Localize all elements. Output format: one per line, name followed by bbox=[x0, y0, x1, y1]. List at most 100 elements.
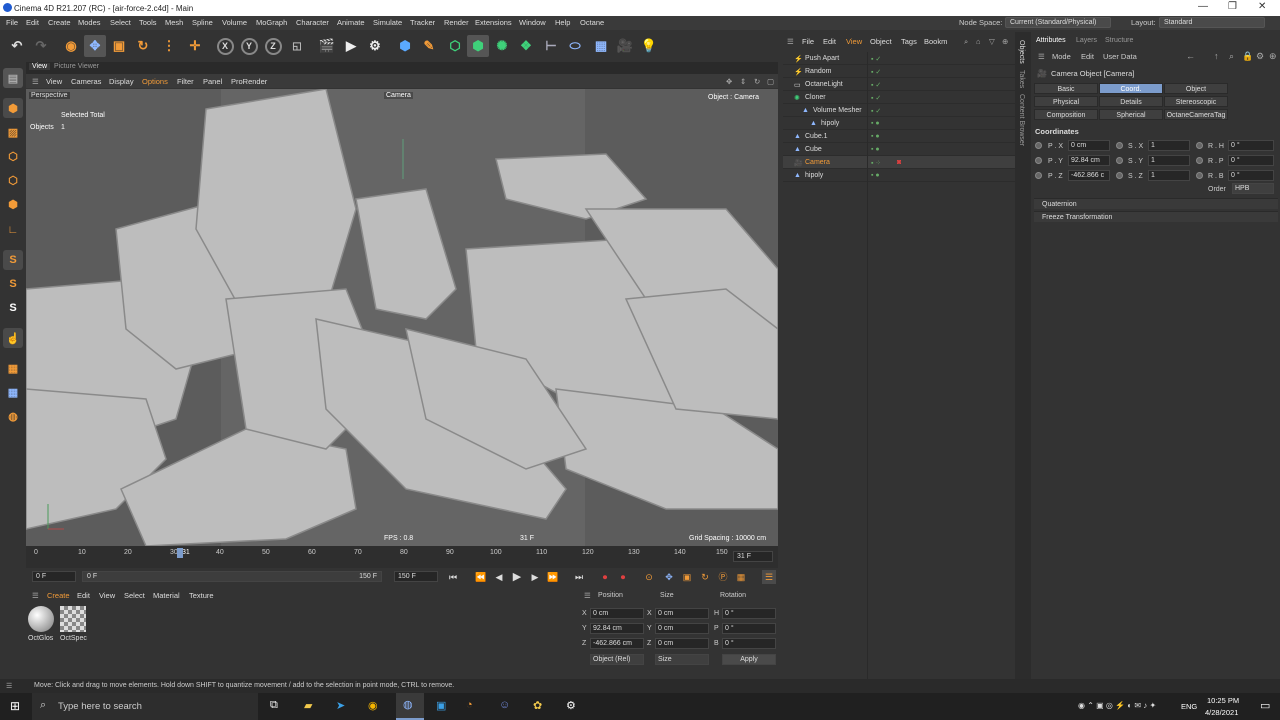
parameter-key-icon[interactable]: Ⓟ bbox=[716, 570, 730, 584]
undo-icon[interactable]: ↶ bbox=[6, 35, 28, 57]
taskbar-search-box[interactable]: ⌕ Type here to search bbox=[32, 693, 258, 720]
workplane-lock-icon[interactable]: ▦ bbox=[3, 382, 23, 402]
coordinate-system-icon[interactable]: ◱ bbox=[286, 35, 308, 57]
scale-tool-icon[interactable]: ▣ bbox=[108, 35, 130, 57]
search-icon[interactable]: ⌕ bbox=[1229, 51, 1234, 62]
viewport-zoom-icon[interactable]: ⇕ bbox=[740, 77, 746, 86]
menu-character[interactable]: Character bbox=[296, 18, 329, 27]
mat-menu-material[interactable]: Material bbox=[153, 591, 180, 600]
lock-x-axis-icon[interactable]: X bbox=[214, 35, 236, 57]
om-menu-object[interactable]: Object bbox=[870, 37, 892, 46]
field-icon[interactable]: ⊢ bbox=[540, 35, 562, 57]
telegram-icon[interactable]: ➤ bbox=[336, 699, 345, 712]
coord-menu-handle-icon[interactable]: ☰ bbox=[584, 591, 591, 600]
floor-object-icon[interactable]: ▦ bbox=[590, 35, 612, 57]
attr-menu-edit[interactable]: Edit bbox=[1081, 52, 1094, 61]
menu-help[interactable]: Help bbox=[555, 18, 570, 27]
anim-dot-icon[interactable] bbox=[1035, 172, 1042, 181]
anim-dot-icon[interactable] bbox=[1196, 142, 1203, 151]
size-z-field[interactable]: 0 cm bbox=[655, 638, 709, 649]
viewport-camera-label[interactable]: Camera bbox=[384, 92, 413, 99]
menu-octane[interactable]: Octane bbox=[580, 18, 604, 27]
coord-mode-dropdown[interactable]: Object (Rel) bbox=[590, 654, 644, 665]
position-y-field[interactable]: 92.84 cm bbox=[590, 623, 644, 634]
3d-viewport[interactable]: Perspective Camera Object : Camera Selec… bbox=[26, 89, 778, 546]
timeline-window-icon[interactable]: ☰ bbox=[762, 570, 776, 584]
om-filter-icon[interactable]: ▽ bbox=[989, 37, 995, 46]
attr-position-y[interactable]: 92.84 cm bbox=[1068, 155, 1110, 166]
mat-menu-edit[interactable]: Edit bbox=[77, 591, 90, 600]
workplane-icon[interactable]: ▦ bbox=[3, 358, 23, 378]
texture-mode-icon[interactable]: ▨ bbox=[3, 122, 23, 142]
menu-volume[interactable]: Volume bbox=[222, 18, 247, 27]
layout-dropdown[interactable]: Standard bbox=[1159, 17, 1265, 28]
mat-menu-create[interactable]: Create bbox=[47, 591, 70, 600]
menu-mograph[interactable]: MoGraph bbox=[256, 18, 287, 27]
object-row[interactable]: ▲ Cube.1 ▪ ● bbox=[783, 130, 1015, 143]
preview-range-slider[interactable]: 0 F 150 F bbox=[82, 571, 382, 582]
new-panel-icon[interactable]: ⊕ bbox=[1269, 51, 1277, 62]
subtab-object[interactable]: Object bbox=[1164, 83, 1228, 94]
om-new-view-icon[interactable]: ⊕ bbox=[1002, 37, 1008, 46]
tray-icons[interactable]: ◉ ⌃ ▣ ◎ ⚡ ◐ ✉ ♪ ✦ bbox=[1078, 701, 1156, 710]
cinema4d-taskbar-button[interactable]: ◍ bbox=[396, 693, 424, 720]
discord-icon[interactable]: ☺ bbox=[499, 699, 510, 711]
vp-menu-display[interactable]: Display bbox=[109, 77, 134, 86]
size-x-field[interactable]: 0 cm bbox=[655, 608, 709, 619]
lock-icon[interactable]: 🔒 bbox=[1242, 51, 1253, 62]
recent-tools-icon[interactable]: ⋮ bbox=[158, 35, 180, 57]
menu-render[interactable]: Render bbox=[444, 18, 469, 27]
rotation-h-field[interactable]: 0 ° bbox=[722, 608, 776, 619]
object-row[interactable]: ▲ hipoly ▪ ● bbox=[783, 117, 1015, 130]
side-tab-content-browser[interactable]: Content Browser bbox=[1018, 94, 1025, 146]
octane-camera-tag-icon[interactable]: ◙ bbox=[897, 159, 901, 166]
position-x-field[interactable]: 0 cm bbox=[590, 608, 644, 619]
cloner-icon[interactable]: ⬢ bbox=[467, 35, 489, 57]
goto-start-icon[interactable]: ⏮ bbox=[446, 570, 460, 584]
attr-scale-x[interactable]: 1 bbox=[1148, 140, 1190, 151]
freeze-transformation-group[interactable]: Freeze Transformation bbox=[1034, 211, 1278, 222]
subtab-composition[interactable]: Composition bbox=[1034, 109, 1098, 120]
subtab-stereoscopic[interactable]: Stereoscopic bbox=[1164, 96, 1228, 107]
attr-rotation-p[interactable]: 0 ° bbox=[1228, 155, 1274, 166]
om-menu-bookmarks[interactable]: Bookm bbox=[924, 37, 947, 46]
prev-frame-icon[interactable]: ◀ bbox=[492, 570, 506, 584]
render-view-icon[interactable]: 🎬 bbox=[316, 35, 338, 57]
play-icon[interactable]: ▶ bbox=[510, 570, 524, 584]
attr-menu-handle-icon[interactable]: ☰ bbox=[1038, 52, 1045, 61]
render-to-picture-viewer-icon[interactable]: ▶ bbox=[340, 35, 362, 57]
visibility-check-icon[interactable]: ▪ ● bbox=[871, 146, 880, 153]
up-arrow-icon[interactable]: ↑ bbox=[1214, 51, 1219, 61]
om-menu-file[interactable]: File bbox=[802, 37, 814, 46]
pen-spline-icon[interactable]: ✎ bbox=[418, 35, 440, 57]
model-mode-icon[interactable]: ✛ bbox=[184, 35, 206, 57]
menu-modes[interactable]: Modes bbox=[78, 18, 101, 27]
cube-primitive-icon[interactable]: ⬢ bbox=[394, 35, 416, 57]
attr-scale-z[interactable]: 1 bbox=[1148, 170, 1190, 181]
visibility-check-icon[interactable]: ▪ ⁘ bbox=[871, 159, 881, 167]
tab-attributes[interactable]: Attributes bbox=[1036, 37, 1066, 44]
light-object-icon[interactable]: 💡 bbox=[638, 35, 660, 57]
scene-environment-icon[interactable]: ⬭ bbox=[564, 35, 586, 57]
notification-icon[interactable]: ▭ bbox=[1260, 699, 1270, 712]
move-tool-icon[interactable]: ✥ bbox=[84, 35, 106, 57]
rotation-key-icon[interactable]: ↻ bbox=[698, 570, 712, 584]
position-z-field[interactable]: -462.866 cm bbox=[590, 638, 644, 649]
vp-menu-filter[interactable]: Filter bbox=[177, 77, 194, 86]
autokeying-icon[interactable]: ⏺ bbox=[616, 570, 630, 584]
position-key-icon[interactable]: ✥ bbox=[662, 570, 676, 584]
anim-dot-icon[interactable] bbox=[1196, 157, 1203, 166]
lock-z-axis-icon[interactable]: Z bbox=[262, 35, 284, 57]
quaternion-group[interactable]: Quaternion bbox=[1034, 198, 1278, 209]
menu-extensions[interactable]: Extensions bbox=[475, 18, 512, 27]
mograph-effector-icon[interactable]: ❖ bbox=[515, 35, 537, 57]
mat-menu-select[interactable]: Select bbox=[124, 591, 145, 600]
end-frame-field[interactable]: 150 F bbox=[394, 571, 438, 582]
menu-spline[interactable]: Spline bbox=[192, 18, 213, 27]
pla-key-icon[interactable]: ▦ bbox=[734, 570, 748, 584]
subtab-details[interactable]: Details bbox=[1099, 96, 1163, 107]
windows-start-icon[interactable]: ⊞ bbox=[10, 699, 20, 713]
clock-time[interactable]: 10:25 PM bbox=[1207, 696, 1239, 705]
vp-menu-prorender[interactable]: ProRender bbox=[231, 77, 267, 86]
goto-end-icon[interactable]: ⏭ bbox=[572, 570, 586, 584]
